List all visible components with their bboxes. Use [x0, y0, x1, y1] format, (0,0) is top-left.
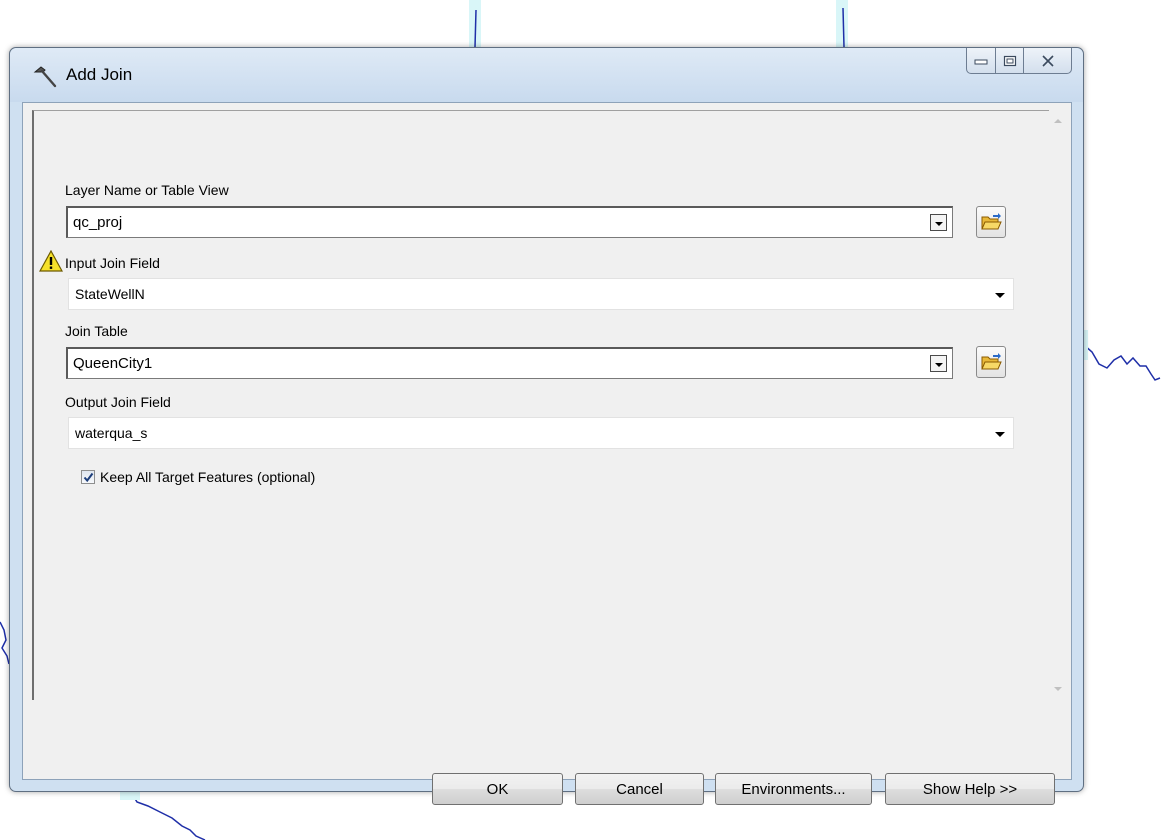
keep-all-checkbox[interactable] [81, 470, 95, 484]
layer-value: qc_proj [73, 214, 123, 231]
chevron-down-icon [934, 362, 943, 367]
chevron-down-icon [995, 432, 1005, 437]
output-join-field-combobox[interactable]: waterqua_s [68, 417, 1014, 449]
layer-label: Layer Name or Table View [65, 182, 229, 198]
keep-all-label: Keep All Target Features (optional) [100, 469, 316, 485]
map-river-line [474, 9, 477, 48]
input-join-field-combobox[interactable]: StateWellN [68, 278, 1014, 310]
vertical-scrollbar[interactable] [1050, 110, 1068, 700]
scroll-down-arrow[interactable] [1054, 687, 1062, 691]
dialog-body: Layer Name or Table View qc_proj Input J… [22, 102, 1072, 805]
hammer-icon [33, 66, 57, 88]
cancel-button[interactable]: Cancel [575, 773, 704, 805]
close-button[interactable] [1024, 48, 1072, 74]
layer-combobox[interactable]: qc_proj [66, 206, 953, 238]
ok-button[interactable]: OK [432, 773, 563, 805]
close-icon [1041, 54, 1054, 67]
scroll-up-arrow[interactable] [1054, 119, 1062, 123]
join-table-value: QueenCity1 [73, 355, 153, 372]
join-table-label: Join Table [65, 323, 128, 339]
map-river-line [1083, 344, 1161, 381]
show-help-button[interactable]: Show Help >> [885, 773, 1055, 805]
maximize-button[interactable] [996, 48, 1024, 74]
minimize-icon [974, 59, 988, 64]
keep-all-row[interactable]: Keep All Target Features (optional) [81, 469, 315, 485]
map-river-line [130, 791, 206, 840]
layer-dropdown-button[interactable] [930, 214, 947, 231]
chevron-down-icon [995, 293, 1005, 298]
output-join-field-label: Output Join Field [65, 394, 171, 410]
checkmark-icon [83, 472, 93, 482]
parameters-panel [32, 110, 1049, 700]
maximize-icon [1003, 55, 1016, 66]
add-join-dialog: Add Join Layer Name or Table View qc_pro… [9, 47, 1084, 805]
minimize-button[interactable] [966, 48, 996, 74]
caption-buttons [966, 48, 1072, 74]
chevron-down-icon [934, 221, 943, 226]
folder-open-icon [981, 353, 1002, 370]
join-table-dropdown-button[interactable] [930, 355, 947, 372]
output-join-field-value: waterqua_s [75, 425, 148, 441]
environments-button[interactable]: Environments... [715, 773, 872, 805]
join-table-combobox[interactable]: QueenCity1 [66, 347, 953, 379]
map-river-line [0, 621, 10, 665]
layer-browse-button[interactable] [976, 206, 1006, 238]
folder-open-icon [981, 213, 1002, 230]
input-join-field-label: Input Join Field [65, 255, 160, 271]
title-bar[interactable]: Add Join [10, 48, 1083, 102]
join-table-browse-button[interactable] [976, 346, 1006, 378]
map-river-line [842, 7, 845, 48]
warning-icon [39, 250, 63, 272]
input-join-field-value: StateWellN [75, 286, 145, 302]
dialog-title: Add Join [66, 65, 133, 84]
